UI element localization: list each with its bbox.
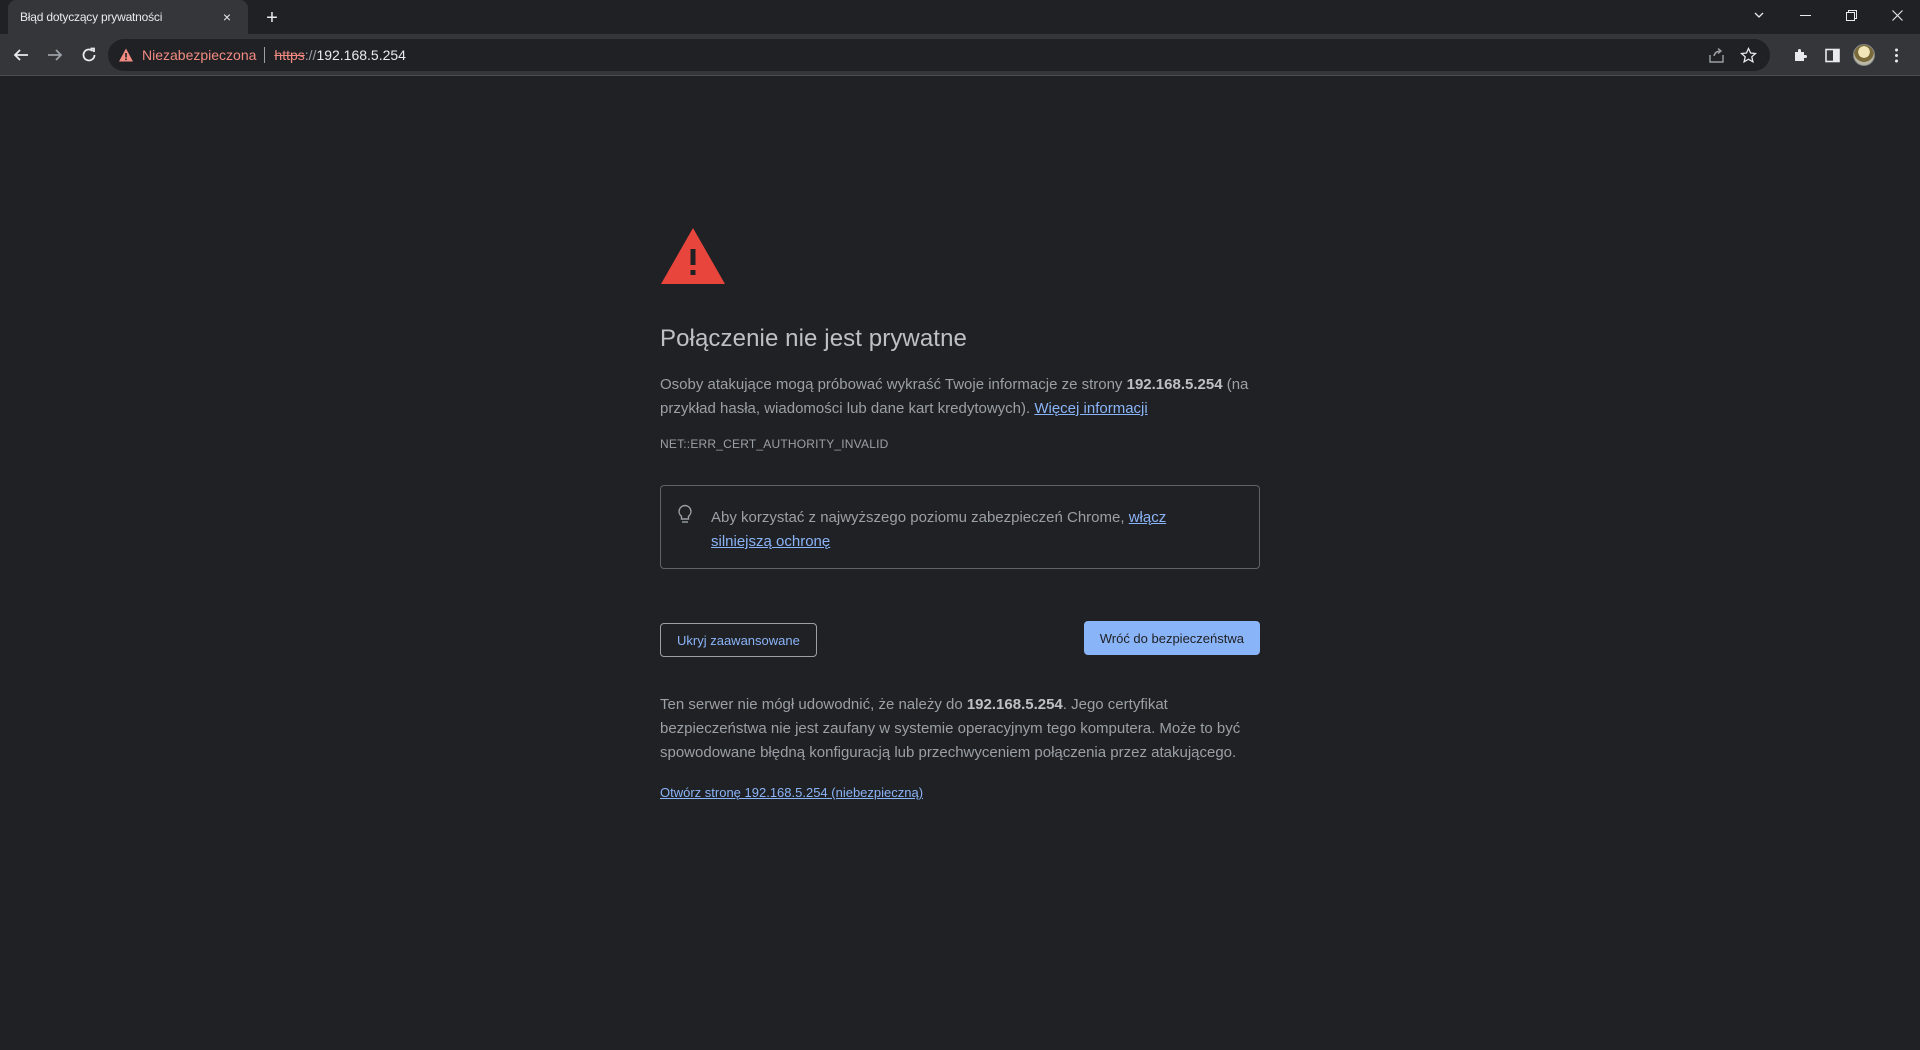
menu-button[interactable] [1880, 40, 1912, 70]
arrow-left-icon [13, 48, 28, 61]
details-host: 192.168.5.254 [966, 696, 1063, 713]
learn-more-link[interactable]: Więcej informacji [1034, 400, 1147, 417]
close-window-icon[interactable] [1874, 0, 1920, 30]
tab-active[interactable]: Błąd dotyczący prywatności × [8, 0, 248, 34]
restore-icon[interactable] [1828, 0, 1874, 30]
bookmark-button[interactable] [1732, 39, 1764, 71]
details-message: Ten serwer nie mógł udowodnić, że należy… [660, 693, 1260, 765]
share-icon [1708, 47, 1724, 63]
browser-toolbar: Niezabezpieczona https://192.168.5.254 [0, 34, 1920, 76]
security-chip[interactable]: Niezabezpieczona [118, 47, 256, 63]
address-bar[interactable]: Niezabezpieczona https://192.168.5.254 [108, 39, 1770, 71]
avatar [1853, 44, 1875, 66]
error-code[interactable]: NET::ERR_CERT_AUTHORITY_INVALID [660, 437, 1260, 451]
back-to-safety-button[interactable]: Wróć do bezpieczeństwa [1083, 621, 1260, 655]
main-message: Osoby atakujące mogą próbować wykraść Tw… [660, 373, 1260, 421]
url-host: 192.168.5.254 [316, 47, 406, 63]
reload-icon [82, 47, 96, 61]
window-controls [1736, 0, 1920, 34]
main-message-host: 192.168.5.254 [1126, 376, 1223, 393]
side-panel-button[interactable] [1816, 40, 1848, 70]
new-tab-button[interactable]: + [260, 6, 284, 30]
url-scheme: https [274, 47, 305, 63]
proceed-row: Otwórz stronę 192.168.5.254 (niebezpiecz… [660, 785, 1260, 800]
star-icon [1739, 46, 1757, 63]
share-button[interactable] [1700, 39, 1732, 71]
url-separator: :// [304, 47, 317, 63]
main-message-text: Osoby atakujące mogą próbować wykraść Tw… [660, 376, 1127, 393]
reload-button[interactable] [74, 40, 104, 70]
security-divider [264, 47, 266, 63]
lightbulb-icon [678, 504, 692, 523]
warning-triangle-icon [661, 228, 725, 284]
enhanced-protection-box: Aby korzystać z najwyższego poziomu zabe… [660, 485, 1260, 569]
page-title: Połączenie nie jest prywatne [660, 325, 967, 352]
warning-icon [119, 48, 133, 62]
details-text: Ten serwer nie mógł udowodnić, że należy… [660, 696, 967, 713]
security-label: Niezabezpieczona [142, 47, 257, 63]
tab-search-icon[interactable] [1736, 0, 1782, 30]
url-text[interactable]: https://192.168.5.254 [274, 47, 406, 63]
tab-strip: Błąd dotyczący prywatności × + [0, 0, 1920, 34]
omnibox-actions [1700, 39, 1764, 71]
minimize-icon[interactable] [1782, 0, 1828, 30]
back-button[interactable] [6, 40, 36, 70]
ssl-interstitial: Połączenie nie jest prywatne Osoby ataku… [660, 227, 1260, 800]
arrow-right-icon [48, 48, 63, 61]
kebab-menu-icon [1894, 48, 1898, 62]
profile-button[interactable] [1848, 40, 1880, 70]
toolbar-right [1784, 40, 1912, 70]
extensions-button[interactable] [1784, 40, 1816, 70]
proceed-unsafe-link[interactable]: Otwórz stronę 192.168.5.254 (niebezpiecz… [660, 785, 923, 800]
tab-close-icon[interactable]: × [218, 8, 236, 26]
button-row: Ukryj zaawansowane Wróć do bezpieczeństw… [660, 621, 1260, 657]
forward-button[interactable] [40, 40, 70, 70]
puzzle-icon [1794, 48, 1807, 61]
hide-advanced-button[interactable]: Ukryj zaawansowane [660, 623, 817, 657]
page-content: Połączenie nie jest prywatne Osoby ataku… [0, 77, 1920, 1050]
tab-title: Błąd dotyczący prywatności [20, 10, 163, 24]
enhanced-protection-text: Aby korzystać z najwyższego poziomu zabe… [711, 509, 1129, 526]
side-panel-icon [1824, 48, 1840, 62]
